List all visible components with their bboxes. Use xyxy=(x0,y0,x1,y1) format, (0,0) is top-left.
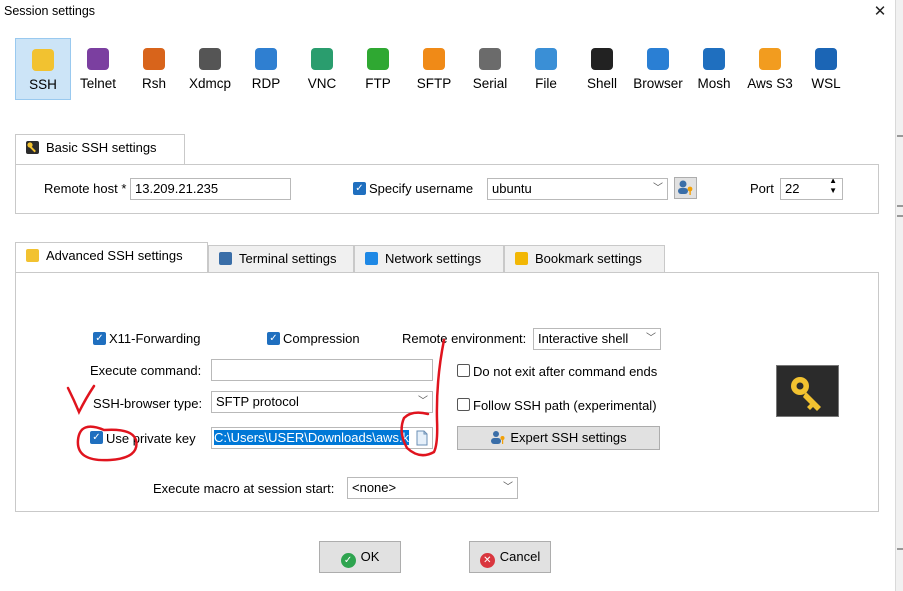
annotation-loop-browse xyxy=(400,338,446,457)
red-annotation-overlay xyxy=(66,338,446,462)
annotation-circle-checkbox xyxy=(76,425,138,462)
annotation-checkmark xyxy=(66,384,96,416)
